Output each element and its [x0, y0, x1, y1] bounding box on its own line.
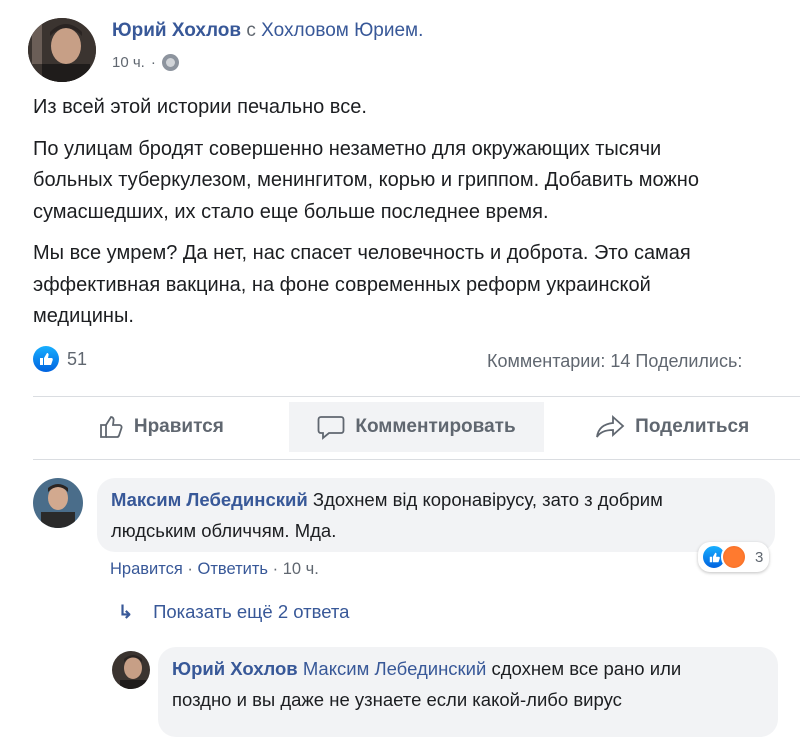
- globe-icon[interactable]: [161, 54, 179, 71]
- like-reaction-icon: [33, 346, 59, 372]
- comment-button[interactable]: Комментировать: [288, 402, 545, 452]
- reply-author-avatar[interactable]: [112, 651, 150, 689]
- share-arrow-icon: [596, 414, 625, 438]
- comment-button-label: Комментировать: [355, 416, 516, 437]
- reactions-count: 3: [755, 548, 764, 566]
- comment-icon: [317, 416, 345, 440]
- thumbs-up-icon: [99, 416, 123, 438]
- comment-text: Здохнем від коронавірусу, зато з добрим: [312, 489, 663, 510]
- reply-text: сдохнем все рано или: [491, 658, 682, 679]
- likes-count: 51: [67, 348, 88, 369]
- post-action-bar: Нравится Комментировать Поделиться: [33, 402, 800, 452]
- show-replies-label: Показать ещё 2 ответа: [153, 601, 350, 622]
- separator-dot: ·: [150, 54, 156, 71]
- author-avatar[interactable]: [28, 18, 96, 82]
- share-button[interactable]: Поделиться: [544, 402, 800, 452]
- reply-text: поздно и вы даже не узнаете если какой-л…: [172, 689, 622, 710]
- share-button-label: Поделиться: [635, 416, 750, 437]
- post-header: Юрий Хохлов с Хохловом Юрием.: [112, 20, 423, 42]
- reactions-summary[interactable]: 51: [33, 346, 87, 372]
- comment-time[interactable]: 10 ч.: [283, 560, 319, 578]
- like-button-label: Нравится: [133, 416, 224, 437]
- reply-mention[interactable]: Максим Лебединский: [303, 658, 487, 679]
- paragraph: Мы все умрем? Да нет, нас спасет человеч…: [33, 242, 691, 327]
- post-time[interactable]: 10 ч.: [112, 54, 145, 71]
- like-button[interactable]: Нравится: [33, 402, 289, 452]
- commenter-name[interactable]: Максим Лебединский: [111, 489, 308, 510]
- separator-dot: ·: [187, 560, 193, 578]
- angry-reaction-icon: [721, 544, 747, 570]
- author-name[interactable]: Юрий Хохлов: [112, 20, 241, 41]
- post-body: Из всей этой истории печально все. По ул…: [33, 92, 800, 343]
- paragraph: По улицам бродят совершенно незаметно дл…: [33, 137, 699, 223]
- comment-reply-link[interactable]: Ответить: [198, 560, 269, 578]
- reply-bubble: Юрий Хохлов Максим Лебединский сдохнем в…: [158, 647, 778, 737]
- comment-actions: Нравится · Ответить · 10 ч.: [110, 560, 319, 579]
- post-stats[interactable]: Комментарии: 14 Поделились:: [487, 351, 742, 372]
- show-more-replies[interactable]: ↳ Показать ещё 2 ответа: [118, 601, 349, 623]
- with-label: с: [246, 20, 256, 41]
- divider: [33, 396, 800, 397]
- reply-author-name[interactable]: Юрий Хохлов: [172, 658, 298, 679]
- reply-arrow-icon: ↳: [118, 601, 134, 622]
- divider: [33, 459, 800, 460]
- commenter-avatar[interactable]: [33, 478, 83, 528]
- tagged-user[interactable]: Хохловом Юрием.: [261, 20, 423, 41]
- separator-dot: ·: [272, 560, 279, 578]
- facebook-post: Юрий Хохлов с Хохловом Юрием. 10 ч. · Из…: [0, 0, 800, 737]
- comment-like-link[interactable]: Нравится: [110, 560, 183, 578]
- comment-bubble: Максим Лебединский Здохнем від коронавір…: [97, 478, 775, 552]
- comment-text: людським обличчям. Мда.: [111, 520, 337, 541]
- post-meta: 10 ч. ·: [112, 54, 179, 71]
- paragraph: Из всей этой истории печально все.: [33, 96, 367, 118]
- comment-reactions[interactable]: 3: [698, 542, 770, 572]
